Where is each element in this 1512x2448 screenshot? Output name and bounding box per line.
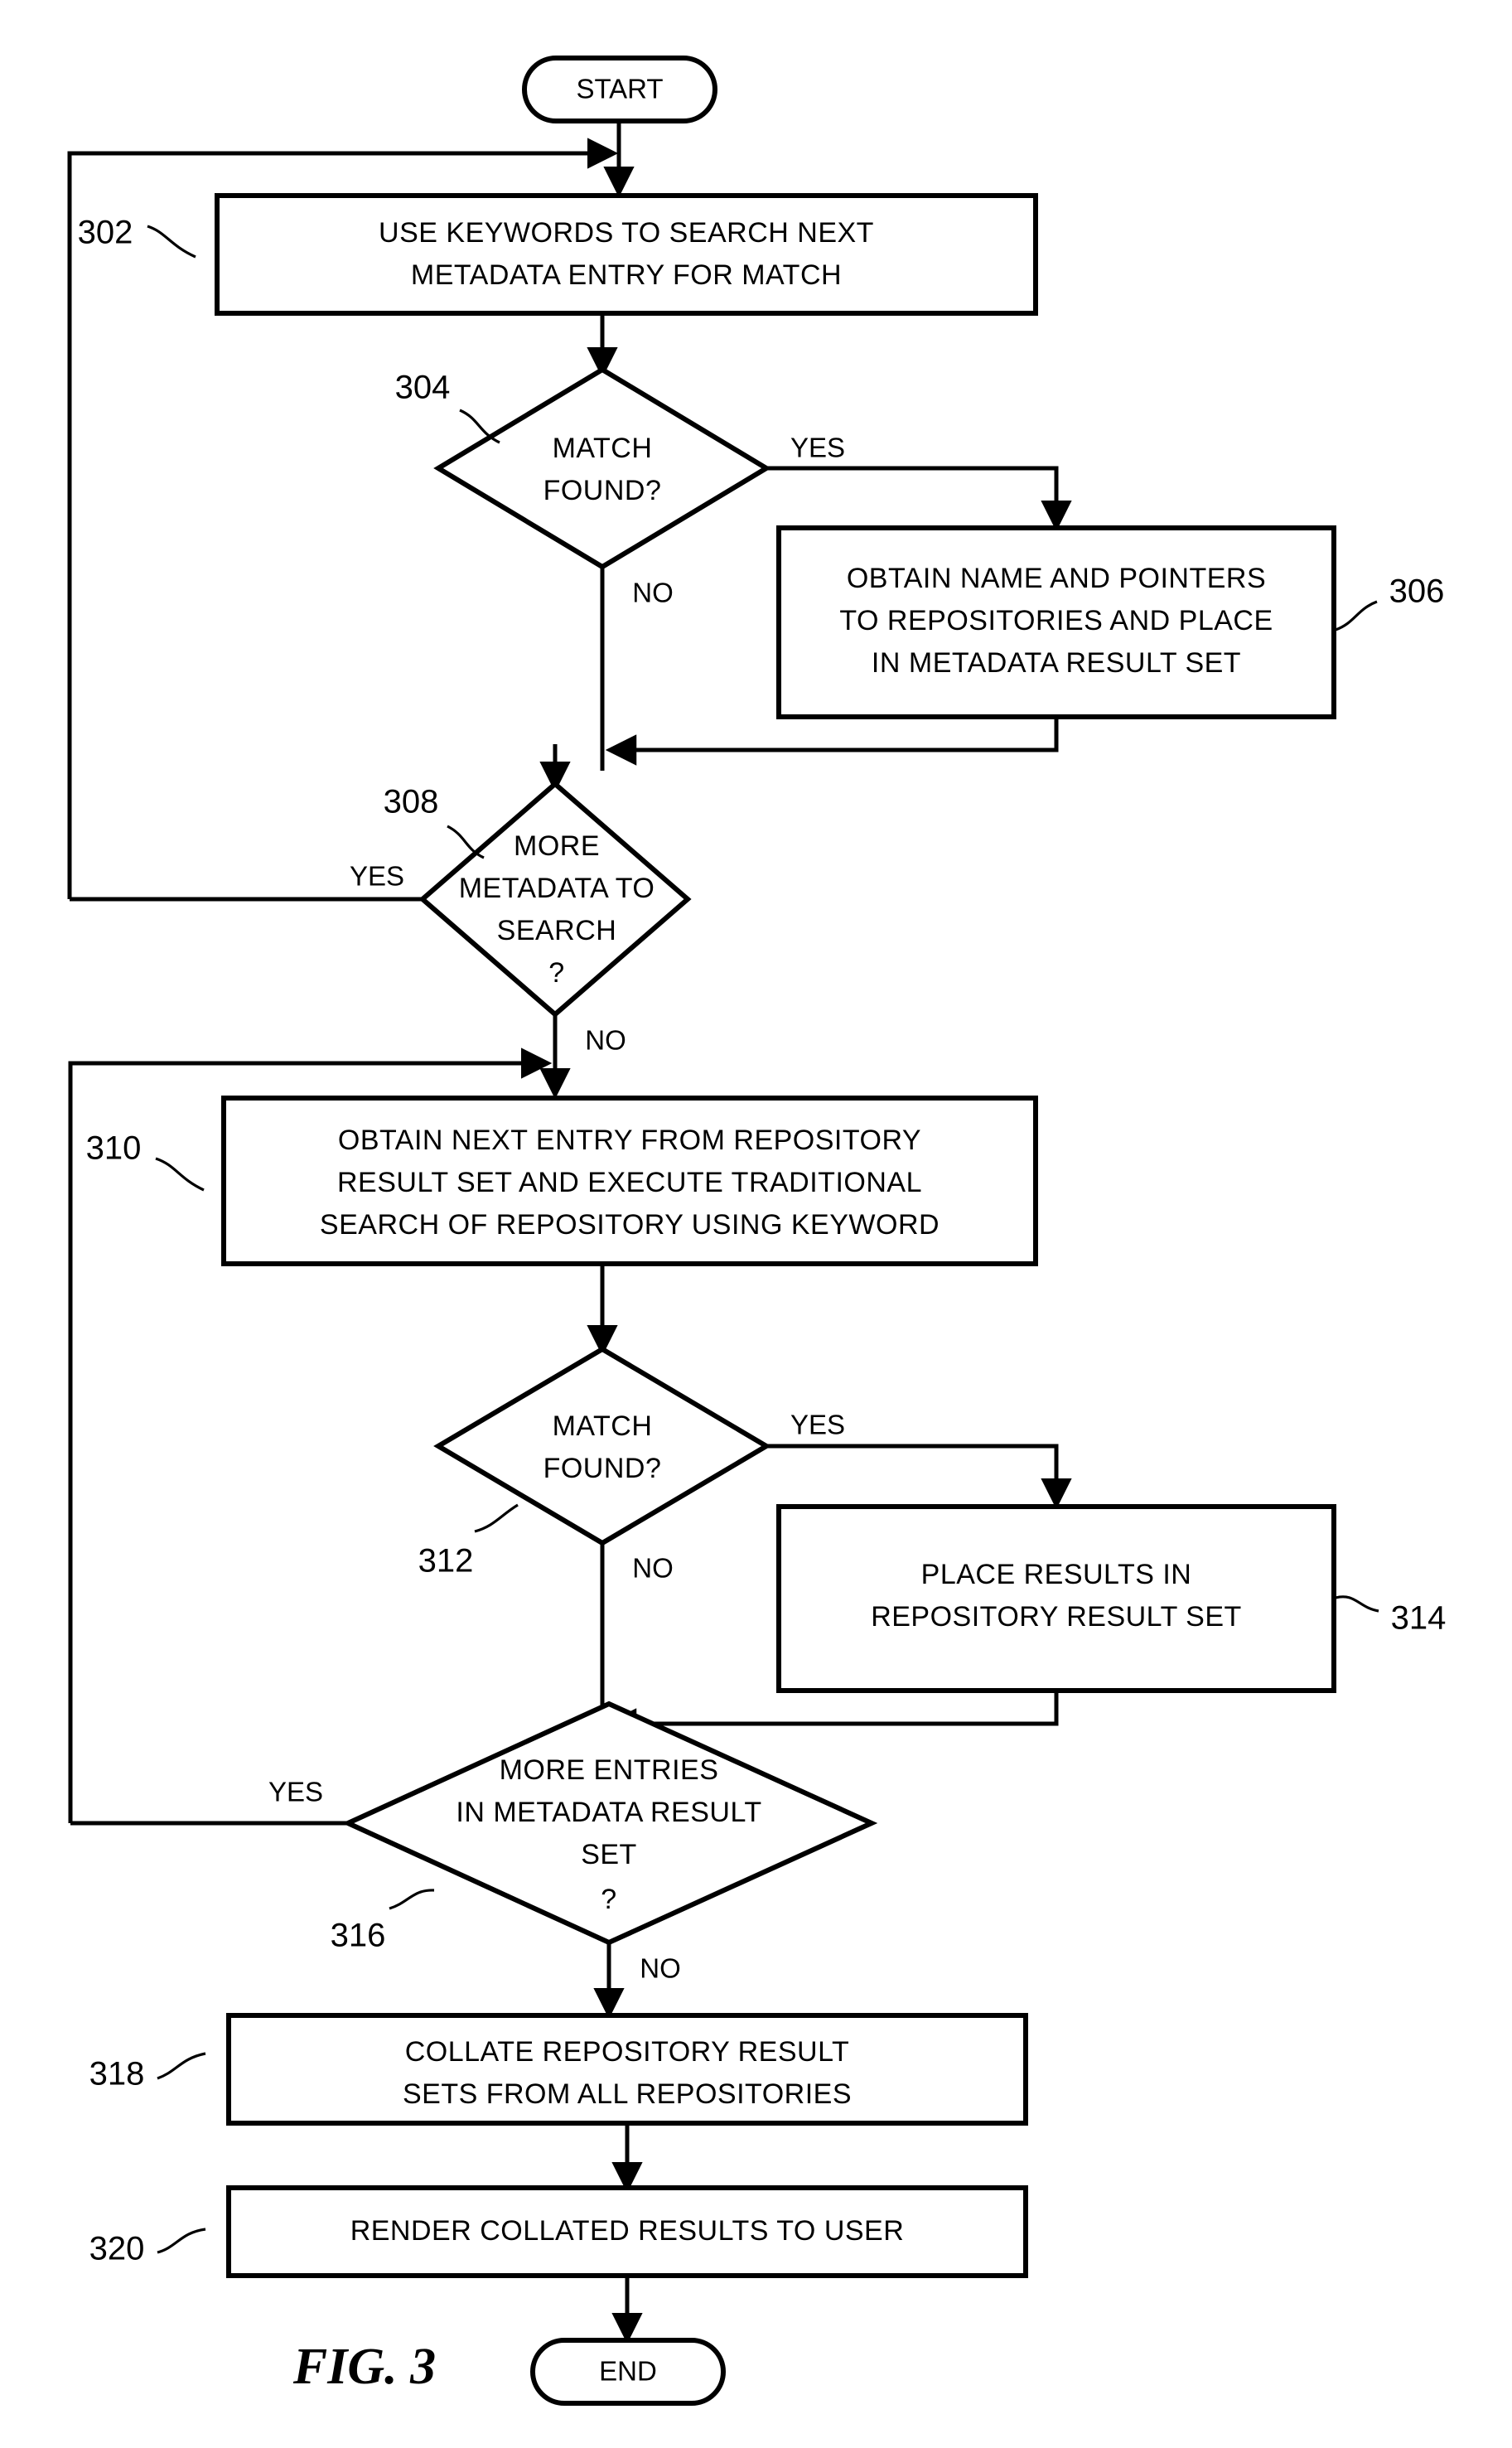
edge-306-merge [605, 717, 1059, 766]
leader-314 [1335, 1595, 1379, 1613]
refnum-318: 318 [89, 2056, 145, 2092]
decision-316-line-1: MORE ENTRIES [500, 1754, 719, 1786]
edge-label-316-no: NO [640, 1953, 681, 1984]
decision-308: MORE METADATA TO SEARCH ? [418, 781, 692, 1018]
process-302-line-2: METADATA ENTRY FOR MATCH [411, 259, 842, 291]
process-318: COLLATE REPOSITORY RESULT SETS FROM ALL … [226, 2013, 1028, 2126]
refnum-310: 310 [86, 1130, 142, 1167]
decision-304-line-2: FOUND? [543, 475, 662, 506]
process-310-line-3: SEARCH OF REPOSITORY USING KEYWORD [320, 1209, 940, 1241]
decision-312: MATCH FOUND? [433, 1346, 771, 1546]
process-320: RENDER COLLATED RESULTS TO USER [226, 2185, 1028, 2278]
edge-304-yes-to-306 [766, 466, 1072, 532]
process-320-line-1: RENDER COLLATED RESULTS TO USER [350, 2215, 905, 2247]
terminator-start-label: START [576, 74, 663, 104]
process-314-line-2: REPOSITORY RESULT SET [871, 1601, 1242, 1633]
process-306-line-3: IN METADATA RESULT SET [872, 647, 1241, 679]
decision-308-line-3: SEARCH [497, 915, 617, 946]
process-302-line-1: USE KEYWORDS TO SEARCH NEXT [379, 217, 874, 249]
decision-316-line-2: IN METADATA RESULT [456, 1797, 761, 1828]
leader-306 [1335, 600, 1378, 631]
refnum-316: 316 [331, 1918, 386, 1954]
edge-label-304-yes: YES [790, 433, 845, 463]
leader-304 [459, 409, 500, 444]
edge-312-yes-to-314 [766, 1444, 1072, 1510]
leader-310 [155, 1157, 205, 1192]
flowchart-canvas: START USE KEYWORDS TO SEARCH NEXT METADA… [67, 56, 1447, 2406]
process-302: USE KEYWORDS TO SEARCH NEXT METADATA ENT… [215, 193, 1038, 316]
terminator-end-label: END [599, 2356, 657, 2387]
edge-314-merge [605, 1691, 1059, 1739]
edge-label-308-no: NO [585, 1025, 626, 1056]
process-306-line-2: TO REPOSITORIES AND PLACE [839, 605, 1273, 636]
leader-316 [389, 1889, 435, 1910]
flowchart-figure: START USE KEYWORDS TO SEARCH NEXT METADA… [0, 0, 1512, 2448]
process-310-line-2: RESULT SET AND EXECUTE TRADITIONAL [337, 1167, 922, 1198]
leader-312 [474, 1503, 519, 1533]
process-310: OBTAIN NEXT ENTRY FROM REPOSITORY RESULT… [221, 1096, 1038, 1266]
edge-label-312-no: NO [632, 1553, 674, 1584]
process-306: OBTAIN NAME AND POINTERS TO REPOSITORIES… [776, 525, 1336, 719]
edge-label-308-yes: YES [350, 861, 404, 892]
refnum-308: 308 [384, 784, 439, 820]
refnum-306: 306 [1389, 573, 1445, 610]
refnum-312: 312 [418, 1543, 474, 1580]
refnum-314: 314 [1391, 1600, 1447, 1637]
leader-302 [147, 225, 196, 259]
refnum-302: 302 [78, 215, 133, 251]
decision-312-line-2: FOUND? [543, 1453, 662, 1484]
leader-320 [157, 2228, 206, 2254]
decision-304: MATCH FOUND? [433, 366, 771, 570]
edge-label-312-yes: YES [790, 1410, 845, 1440]
process-318-line-2: SETS FROM ALL REPOSITORIES [403, 2078, 852, 2110]
figure-label: FIG. 3 [292, 2339, 436, 2395]
terminator-end: END [530, 2338, 726, 2406]
decision-308-line-2: METADATA TO [459, 873, 655, 904]
process-310-line-1: OBTAIN NEXT ENTRY FROM REPOSITORY [338, 1125, 921, 1156]
leader-318 [157, 2052, 206, 2080]
terminator-start: START [522, 56, 717, 123]
edge-label-304-no: NO [632, 578, 674, 608]
edge-label-316-yes: YES [268, 1777, 323, 1807]
decision-316-line-3: SET [581, 1839, 637, 1870]
decision-312-line-1: MATCH [553, 1410, 653, 1442]
refnum-304: 304 [395, 370, 451, 406]
refnum-320: 320 [89, 2231, 145, 2267]
process-314-line-1: PLACE RESULTS IN [921, 1559, 1192, 1590]
decision-308-line-4: ? [548, 957, 564, 989]
process-318-line-1: COLLATE REPOSITORY RESULT [405, 2036, 850, 2068]
process-314: PLACE RESULTS IN REPOSITORY RESULT SET [776, 1504, 1336, 1693]
decision-304-line-1: MATCH [553, 433, 653, 464]
decision-316: MORE ENTRIES IN METADATA RESULT SET ? [341, 1701, 878, 1946]
decision-308-line-1: MORE [514, 830, 600, 862]
process-306-line-1: OBTAIN NAME AND POINTERS [847, 563, 1266, 594]
decision-316-line-4: ? [601, 1884, 616, 1915]
